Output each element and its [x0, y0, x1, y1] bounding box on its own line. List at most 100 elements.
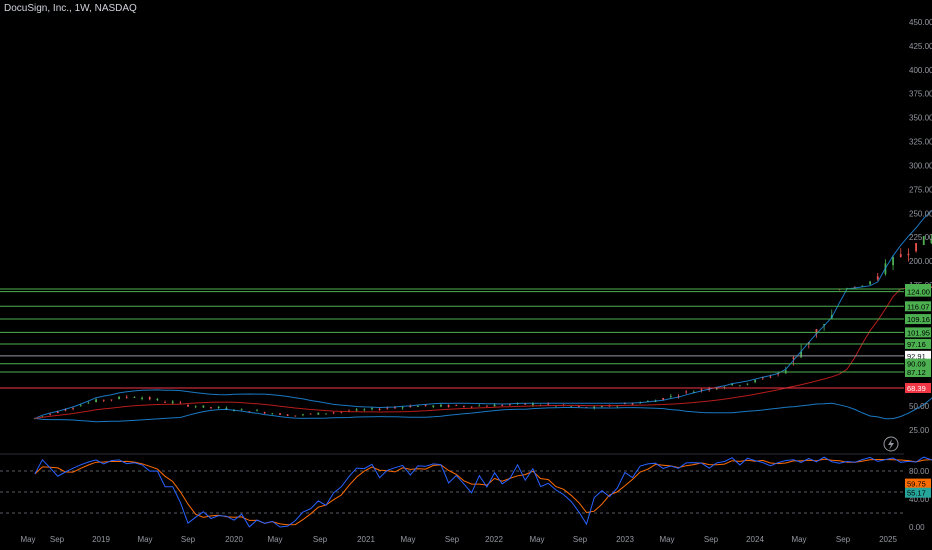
x-tick-label: 2020 [225, 535, 243, 544]
candle [133, 397, 136, 398]
x-tick-label: 2022 [485, 535, 503, 544]
x-tick-label: May [529, 535, 544, 544]
y-tick-label: 200.00 [909, 257, 932, 266]
price-chart[interactable]: 450.00 425.00 400.00 375.00 350.00 325.00 300.… [0, 0, 932, 550]
candle [156, 398, 159, 401]
symbol-title: DocuSign, Inc., 1W, NASDAQ [4, 3, 137, 14]
price-badge-label: 97.16 [907, 340, 926, 349]
candle [869, 281, 871, 285]
candle [417, 405, 419, 407]
x-tick-label: May [267, 535, 282, 544]
candle [401, 407, 404, 409]
candle [171, 401, 174, 404]
candle [876, 276, 879, 280]
candle [463, 406, 465, 407]
stoch-k-badge-label: 55.17 [907, 489, 926, 498]
candle [164, 401, 166, 403]
candle [118, 396, 120, 399]
candle [49, 413, 52, 415]
price-badge-label: 109.16 [907, 315, 930, 324]
candle [294, 415, 297, 417]
y-tick-label: 425.00 [909, 42, 932, 51]
candle [217, 406, 220, 409]
x-tick-label: Sep [445, 535, 460, 544]
candle [256, 410, 258, 412]
candle [478, 405, 481, 407]
candle [125, 396, 128, 398]
candle [302, 414, 304, 416]
x-tick-label: 2024 [746, 535, 764, 544]
stoch-tick-label: 80.00 [909, 467, 930, 476]
y-tick-label: 300.00 [909, 161, 932, 170]
candle [286, 414, 289, 416]
y-tick-label: 250.00 [909, 209, 932, 218]
candle [279, 413, 281, 415]
bollinger-lower [34, 397, 932, 423]
stoch-d-line [34, 458, 932, 526]
x-tick-label: 2025 [879, 535, 897, 544]
candle [110, 399, 113, 401]
lightning-icon[interactable] [883, 436, 899, 452]
candle [432, 405, 435, 407]
candle [792, 357, 795, 359]
candle [915, 243, 917, 252]
y-tick-label: 50.00 [909, 402, 930, 411]
x-tick-label: Sep [573, 535, 588, 544]
y-tick-label: 325.00 [909, 138, 932, 147]
x-tick-label: Sep [50, 535, 65, 544]
x-tick-label: 2019 [92, 535, 110, 544]
stoch-d-badge-label: 59.75 [907, 480, 926, 489]
candle [738, 385, 741, 387]
candle [79, 405, 82, 407]
candle [907, 253, 910, 256]
candle [746, 383, 749, 385]
x-tick-label: Sep [181, 535, 196, 544]
x-tick-label: May [20, 535, 35, 544]
candle [685, 391, 688, 393]
candle [669, 395, 672, 397]
x-tick-label: May [791, 535, 806, 544]
candle [102, 399, 105, 401]
stochastic-pane [0, 453, 932, 528]
y-tick-label: 225.00 [909, 233, 932, 242]
candle [332, 412, 335, 414]
y-tick-label: 375.00 [909, 90, 932, 99]
x-tick-label: May [400, 535, 415, 544]
y-tick-label: 275.00 [909, 185, 932, 194]
x-tick-label: May [137, 535, 152, 544]
candle [371, 408, 373, 410]
candle [317, 412, 320, 415]
candle [577, 406, 580, 407]
y-tick-label: 350.00 [909, 114, 932, 123]
candle [493, 404, 496, 407]
candle [141, 397, 143, 400]
candle [72, 408, 74, 410]
candle [309, 413, 312, 415]
candle [892, 257, 894, 266]
candle [899, 254, 902, 257]
candle [187, 404, 189, 407]
price-badges: 125.41124.00116.07109.16101.9597.1692.91… [905, 284, 931, 498]
candle [240, 408, 243, 410]
price-badge-label: 87.12 [907, 368, 926, 377]
candle [179, 402, 182, 404]
candle [355, 409, 358, 411]
x-tick-label: May [659, 535, 674, 544]
candle [486, 405, 488, 407]
candle [700, 389, 703, 391]
candle [754, 380, 757, 383]
candle [95, 399, 97, 402]
stoch-tick-label: 0.00 [909, 523, 925, 532]
candle [87, 402, 90, 404]
candle [769, 376, 772, 378]
y-tick-label: 25.00 [909, 426, 930, 435]
candle [501, 404, 504, 406]
candle [547, 403, 550, 405]
x-tick-label: Sep [313, 535, 328, 544]
x-tick-label: 2023 [616, 535, 634, 544]
price-badge-label: 101.95 [907, 328, 930, 337]
y-tick-label: 400.00 [909, 66, 932, 75]
candle [378, 408, 381, 410]
candle [202, 405, 205, 408]
x-tick-label: Sep [704, 535, 719, 544]
